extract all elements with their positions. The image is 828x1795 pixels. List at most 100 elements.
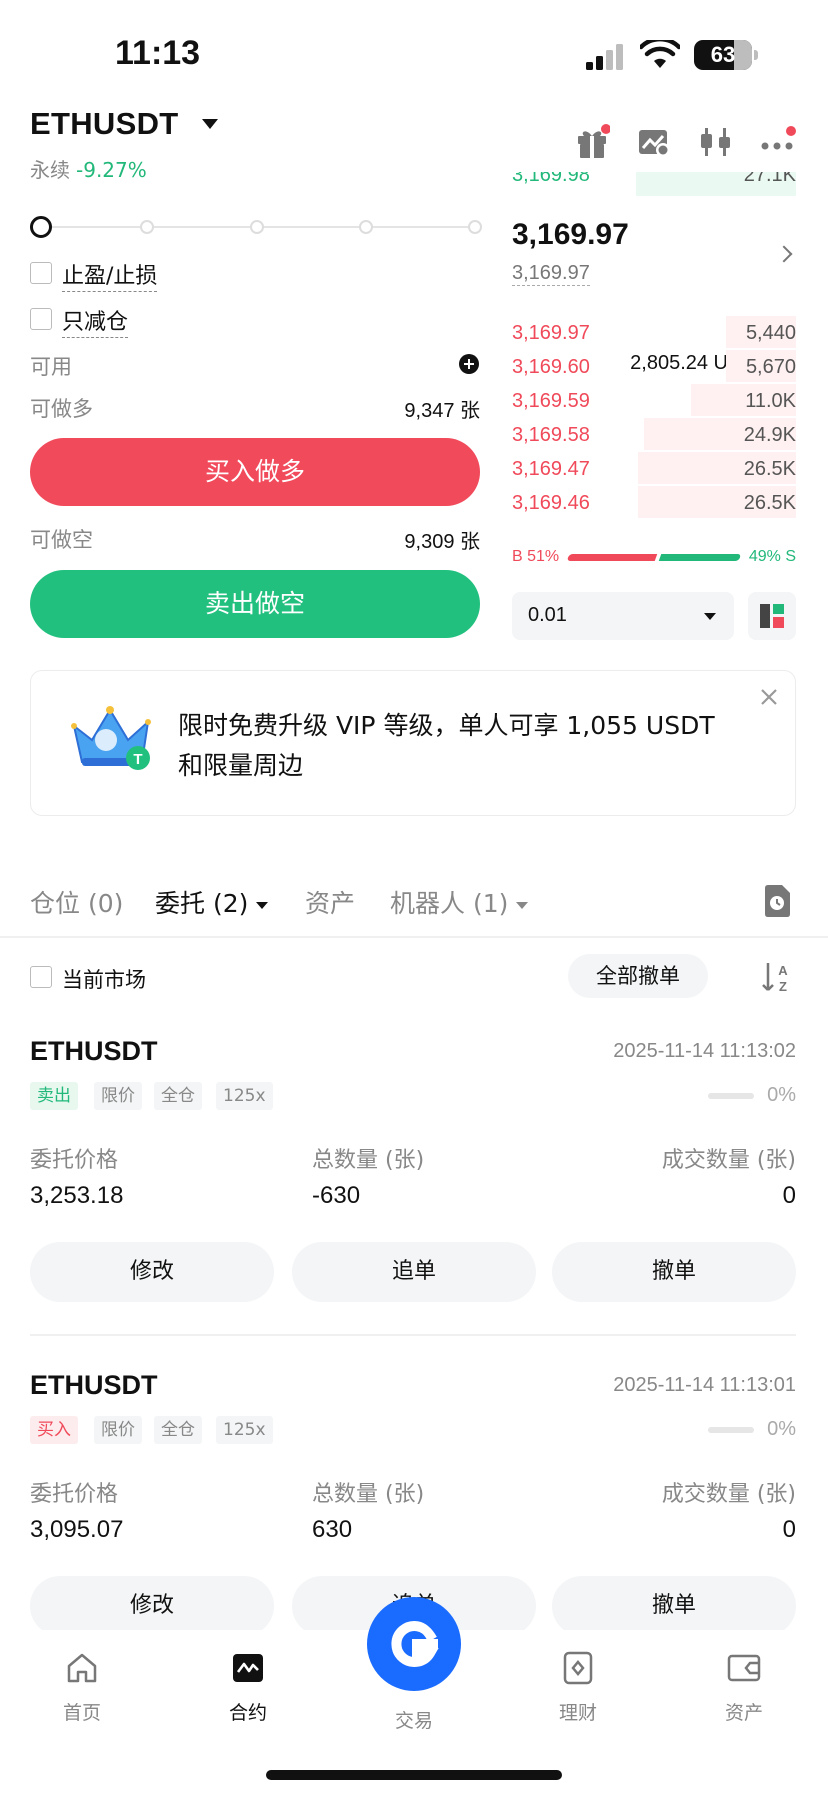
max-long-label: 可做多 <box>30 397 93 421</box>
chevron-down-icon <box>704 613 716 620</box>
sell-short-button[interactable]: 卖出做空 <box>30 570 480 638</box>
tab-bots-label: 机器人 (1) <box>390 889 509 918</box>
modify-button[interactable]: 修改 <box>30 1242 274 1302</box>
bid-qty: 24.9K <box>743 424 796 446</box>
price-label: 委托价格 <box>30 1482 119 1507</box>
pair-selector[interactable]: ETHUSDT <box>30 106 179 142</box>
chart-settings-icon[interactable] <box>636 124 672 160</box>
bid-qty: 26.5K <box>743 492 796 514</box>
reduce-only-checkbox[interactable] <box>30 308 52 330</box>
bid-price[interactable]: 3,169.46 <box>512 492 590 515</box>
nav-futures-label: 合约 <box>228 1702 267 1724</box>
nav-trade-button[interactable] <box>367 1597 461 1691</box>
chase-button[interactable]: 追单 <box>292 1242 536 1302</box>
price-label: 委托价格 <box>30 1148 119 1173</box>
modify-button[interactable]: 修改 <box>30 1576 274 1636</box>
slider-step-75[interactable] <box>359 220 373 234</box>
order-history-icon[interactable] <box>762 884 792 918</box>
max-long-value: 9,347 张 <box>404 400 480 422</box>
order-time: 2025-11-14 11:13:02 <box>613 1040 796 1062</box>
mark-price: 3,169.97 <box>512 262 590 286</box>
orderbook-layout-button[interactable] <box>748 592 796 640</box>
nav-trade-label[interactable]: 交易 <box>364 1706 464 1733</box>
card-divider <box>30 1334 796 1336</box>
amount-label: 总数量 (张) <box>312 1148 425 1173</box>
slider-step-50[interactable] <box>250 220 264 234</box>
promo-line-1: 限时免费升级 VIP 等级，单人可享 1,055 USDT <box>178 711 715 740</box>
tab-orders-label: 委托 (2) <box>155 889 249 918</box>
slider-step-100[interactable] <box>468 220 482 234</box>
margin-mode-tag: 全仓 <box>154 1082 202 1110</box>
reduce-only-label[interactable]: 只减仓 <box>62 304 129 338</box>
precision-value: 0.01 <box>528 604 567 626</box>
slider-step-25[interactable] <box>140 220 154 234</box>
wallet-icon <box>727 1654 761 1682</box>
transfer-plus-icon[interactable] <box>458 353 480 375</box>
tp-sl-label[interactable]: 止盈/止损 <box>62 258 158 292</box>
svg-text:A: A <box>778 963 788 978</box>
precision-select[interactable]: 0.01 <box>512 592 734 640</box>
tab-bots[interactable]: 机器人 (1) <box>390 884 529 920</box>
battery-tip <box>754 50 758 60</box>
more-icon[interactable] <box>760 124 796 160</box>
bid-price[interactable]: 3,169.97 <box>512 322 590 345</box>
candlestick-icon[interactable] <box>698 124 734 160</box>
max-short-value: 9,309 张 <box>404 531 480 553</box>
order-filled: 0 <box>782 1516 796 1543</box>
cancel-button[interactable]: 撤单 <box>552 1576 796 1636</box>
svg-text:T: T <box>133 751 142 768</box>
nav-earn[interactable]: 理财 <box>528 1650 628 1725</box>
chevron-down-icon <box>516 901 529 909</box>
nav-assets[interactable]: 资产 <box>694 1650 794 1725</box>
leverage-tag: 125x <box>216 1416 273 1444</box>
nav-futures[interactable]: 合约 <box>198 1650 298 1725</box>
tp-sl-checkbox[interactable] <box>30 262 52 284</box>
bid-price[interactable]: 3,169.60 <box>512 356 590 379</box>
bid-qty: 26.5K <box>743 458 796 480</box>
amount-slider-handle[interactable] <box>30 216 52 238</box>
bid-price[interactable]: 3,169.59 <box>512 390 590 413</box>
close-icon[interactable] <box>760 688 778 706</box>
promo-text[interactable]: 限时免费升级 VIP 等级，单人可享 1,055 USDT 和限量周边 <box>178 706 738 786</box>
order-type-tag: 限价 <box>94 1416 142 1444</box>
nav-home-label: 首页 <box>62 1702 101 1724</box>
cancel-all-button[interactable]: 全部撤单 <box>568 954 708 998</box>
order-pair[interactable]: ETHUSDT <box>30 1036 158 1067</box>
ask-qty: 27.1K <box>743 172 796 186</box>
sort-icon[interactable]: A Z <box>760 960 794 994</box>
bid-price[interactable]: 3,169.47 <box>512 458 590 481</box>
svg-text:Z: Z <box>779 979 787 994</box>
order-price: 3,095.07 <box>30 1516 124 1543</box>
amount-label: 总数量 (张) <box>312 1482 425 1507</box>
bid-price[interactable]: 3,169.58 <box>512 424 590 447</box>
nav-home[interactable]: 首页 <box>32 1650 132 1725</box>
chevron-right-icon[interactable] <box>775 245 793 263</box>
last-price[interactable]: 3,169.97 <box>512 218 629 252</box>
tab-assets[interactable]: 资产 <box>305 884 355 920</box>
max-short-label: 可做空 <box>30 528 93 552</box>
layout-icon <box>760 604 784 628</box>
buy-long-button[interactable]: 买入做多 <box>30 438 480 506</box>
filled-label: 成交数量 (张) <box>661 1148 796 1173</box>
price-change: -9.27% <box>76 158 147 182</box>
order-amount: 630 <box>312 1516 353 1543</box>
order-pair[interactable]: ETHUSDT <box>30 1370 158 1401</box>
fill-progress-bar <box>708 1093 754 1099</box>
bid-qty: 11.0K <box>745 390 796 412</box>
current-market-label[interactable]: 当前市场 <box>62 964 146 994</box>
sell-ratio: 49% S <box>748 548 796 565</box>
chevron-down-icon[interactable] <box>202 119 218 129</box>
current-market-checkbox[interactable] <box>30 966 52 988</box>
chevron-down-icon <box>256 901 269 909</box>
battery-icon: 63 <box>694 40 752 70</box>
order-price: 3,253.18 <box>30 1182 124 1209</box>
tabs-divider <box>0 936 828 938</box>
gift-icon[interactable] <box>574 124 610 160</box>
tab-orders[interactable]: 委托 (2) <box>155 884 269 920</box>
contract-info: 永续 -9.27% <box>30 154 147 183</box>
leverage-tag: 125x <box>216 1082 273 1110</box>
tab-positions[interactable]: 仓位 (0) <box>30 884 123 920</box>
order-amount: -630 <box>312 1182 361 1209</box>
contract-type: 永续 <box>30 158 70 182</box>
cancel-button[interactable]: 撤单 <box>552 1242 796 1302</box>
